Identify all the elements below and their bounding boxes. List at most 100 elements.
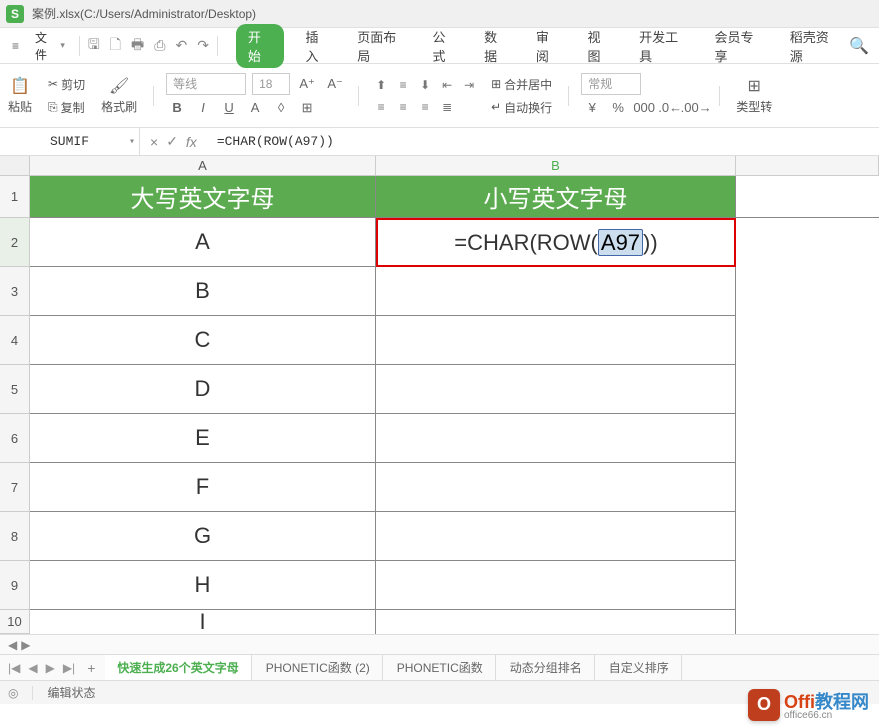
row-header-8[interactable]: 8	[0, 512, 30, 561]
tab-data[interactable]: 数据	[478, 23, 514, 69]
save-icon[interactable]: 🖫	[86, 32, 102, 60]
select-all-corner[interactable]	[0, 156, 30, 176]
align-left-icon[interactable]: ≡	[371, 97, 391, 117]
column-header-b[interactable]: B	[376, 156, 736, 176]
row-header-10[interactable]: 10	[0, 610, 30, 634]
hamburger-icon[interactable]: ≡	[6, 36, 25, 56]
redo-icon[interactable]: ↷	[195, 35, 211, 56]
paste-button[interactable]: 📋 粘贴	[4, 74, 36, 117]
tab-resources[interactable]: 稻壳资源	[784, 23, 843, 69]
cell-a8[interactable]: G	[30, 512, 376, 561]
row-header-3[interactable]: 3	[0, 267, 30, 316]
cancel-formula-icon[interactable]: ×	[150, 134, 158, 150]
fx-icon[interactable]: fx	[186, 134, 197, 150]
cell-b4[interactable]	[376, 316, 736, 365]
chevron-down-icon[interactable]: ▾	[129, 136, 135, 148]
underline-button[interactable]: U	[218, 97, 240, 119]
cell-b2-active[interactable]: =CHAR(ROW(A97))	[376, 218, 736, 267]
font-size-select[interactable]: 18	[252, 73, 290, 95]
tab-insert[interactable]: 插入	[300, 23, 336, 69]
merge-button[interactable]: ⊞ 合并居中	[487, 74, 556, 95]
cell-b5[interactable]	[376, 365, 736, 414]
next-sheet-icon[interactable]: ▶	[44, 659, 57, 677]
cell-a10[interactable]: I	[30, 610, 376, 634]
fill-color-button[interactable]: ◊	[270, 97, 292, 119]
format-painter-button[interactable]: 🖌 格式刷	[97, 74, 141, 117]
save-as-icon[interactable]: 🗋	[108, 32, 123, 60]
cell-a3[interactable]: B	[30, 267, 376, 316]
print-preview-icon[interactable]: ⎙	[152, 35, 167, 56]
tab-dev-tools[interactable]: 开发工具	[633, 23, 692, 69]
cell-a9[interactable]: H	[30, 561, 376, 610]
cell-a4[interactable]: C	[30, 316, 376, 365]
increase-font-icon[interactable]: A⁺	[296, 73, 318, 95]
cell-b6[interactable]	[376, 414, 736, 463]
font-color-button[interactable]: A	[244, 97, 266, 119]
cell-b1[interactable]: 小写英文字母	[376, 176, 736, 218]
align-bottom-icon[interactable]: ⬇	[415, 75, 435, 95]
cell-a6[interactable]: E	[30, 414, 376, 463]
sheet-tab-4[interactable]: 自定义排序	[597, 655, 682, 680]
align-top-icon[interactable]: ⬆	[371, 75, 391, 95]
formula-input[interactable]: =CHAR(ROW(A97))	[207, 134, 879, 149]
italic-button[interactable]: I	[192, 97, 214, 119]
sheet-tab-0[interactable]: 快速生成26个英文字母	[105, 655, 251, 680]
sheet-tab-2[interactable]: PHONETIC函数	[385, 655, 496, 680]
increase-decimal-icon[interactable]: .0←	[659, 97, 681, 119]
enter-formula-icon[interactable]: ✓	[166, 133, 178, 150]
tab-start[interactable]: 开始	[236, 24, 284, 68]
border-button[interactable]: ⊞	[296, 97, 318, 119]
cell-a5[interactable]: D	[30, 365, 376, 414]
tab-member[interactable]: 会员专享	[708, 23, 767, 69]
tab-view[interactable]: 视图	[581, 23, 617, 69]
indent-left-icon[interactable]: ⇤	[437, 75, 457, 95]
sheet-tab-1[interactable]: PHONETIC函数 (2)	[254, 655, 383, 680]
row-header-4[interactable]: 4	[0, 316, 30, 365]
wrap-button[interactable]: ↵ 自动换行	[487, 97, 556, 118]
indent-right-icon[interactable]: ⇥	[459, 75, 479, 95]
tab-review[interactable]: 审阅	[530, 23, 566, 69]
cell-b9[interactable]	[376, 561, 736, 610]
undo-icon[interactable]: ↶	[173, 35, 189, 56]
row-header-1[interactable]: 1	[0, 176, 30, 218]
scroll-left-icon[interactable]: ◀	[8, 638, 17, 652]
cell-b7[interactable]	[376, 463, 736, 512]
file-menu[interactable]: 文件 ▾	[27, 25, 73, 67]
align-middle-icon[interactable]: ≡	[393, 75, 413, 95]
copy-button[interactable]: ⎘ 复制	[44, 97, 89, 118]
cell-a7[interactable]: F	[30, 463, 376, 512]
name-box[interactable]: SUMIF ▾	[0, 128, 140, 155]
add-sheet-button[interactable]: +	[79, 656, 103, 680]
justify-icon[interactable]: ≣	[437, 97, 457, 117]
decrease-decimal-icon[interactable]: .00→	[685, 97, 707, 119]
align-center-icon[interactable]: ≡	[393, 97, 413, 117]
cell-b3[interactable]	[376, 267, 736, 316]
percent-icon[interactable]: %	[607, 97, 629, 119]
type-convert-button[interactable]: ⊞ 类型转	[732, 74, 776, 117]
row-header-9[interactable]: 9	[0, 561, 30, 610]
tab-page-layout[interactable]: 页面布局	[351, 23, 410, 69]
decrease-font-icon[interactable]: A⁻	[324, 73, 346, 95]
sheet-tab-3[interactable]: 动态分组排名	[498, 655, 595, 680]
search-icon[interactable]: 🔍	[845, 32, 873, 60]
cell-a2[interactable]: A	[30, 218, 376, 267]
cell-b10[interactable]	[376, 610, 736, 634]
tab-formula[interactable]: 公式	[427, 23, 463, 69]
cut-button[interactable]: ✂ 剪切	[44, 74, 89, 95]
number-format-select[interactable]: 常规	[581, 73, 641, 95]
comma-icon[interactable]: 000	[633, 97, 655, 119]
currency-icon[interactable]: ¥	[581, 97, 603, 119]
bold-button[interactable]: B	[166, 97, 188, 119]
print-icon[interactable]: 🖶	[129, 32, 146, 60]
row-header-7[interactable]: 7	[0, 463, 30, 512]
cell-a1[interactable]: 大写英文字母	[30, 176, 376, 218]
align-right-icon[interactable]: ≡	[415, 97, 435, 117]
row-header-2[interactable]: 2	[0, 218, 30, 267]
first-sheet-icon[interactable]: |◀	[6, 659, 22, 677]
column-header-a[interactable]: A	[30, 156, 376, 176]
cell-b8[interactable]	[376, 512, 736, 561]
font-name-select[interactable]: 等线	[166, 73, 246, 95]
last-sheet-icon[interactable]: ▶|	[61, 659, 77, 677]
row-header-5[interactable]: 5	[0, 365, 30, 414]
row-header-6[interactable]: 6	[0, 414, 30, 463]
